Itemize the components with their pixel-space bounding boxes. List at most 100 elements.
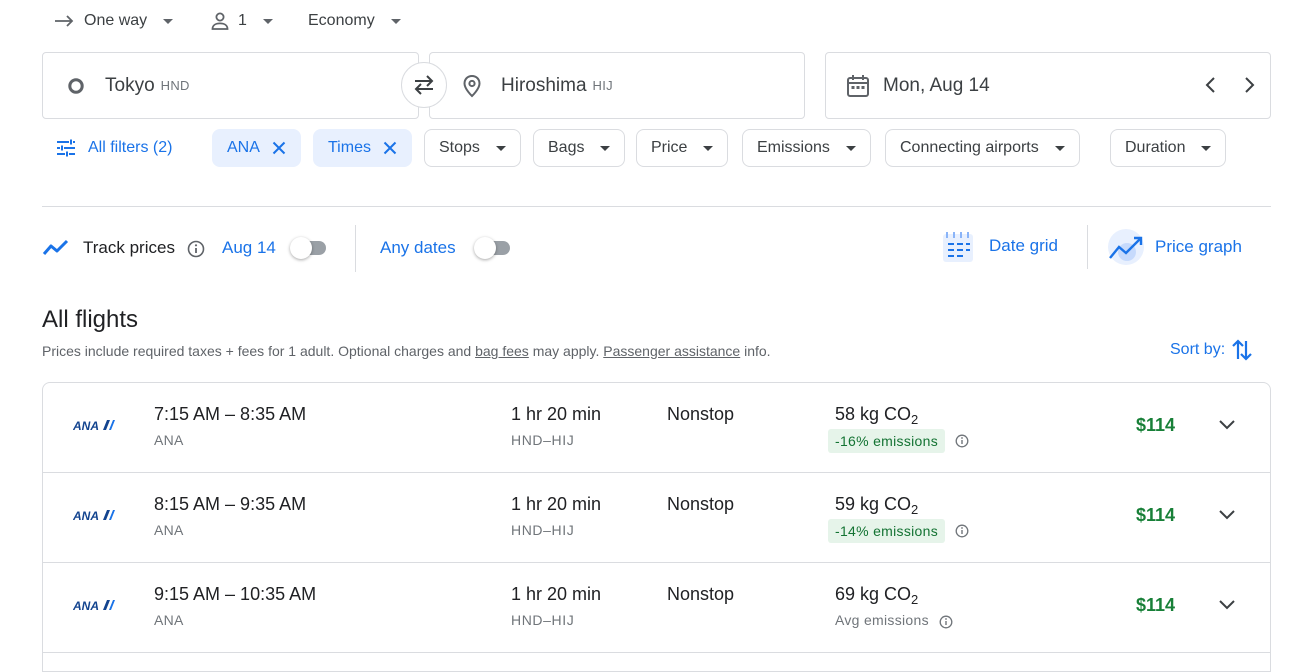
filter-chip-stops[interactable]: Stops [424,129,521,167]
results-title: All flights [42,306,139,333]
cabin-class-select[interactable]: Economy [308,6,401,36]
vertical-divider [355,225,356,272]
date-grid-button[interactable]: Date grid [941,228,1058,264]
price-graph-icon [1108,229,1144,265]
ana-logo-icon: ANA [73,419,115,431]
chip-label: Bags [548,139,585,156]
sort-label: Sort by: [1170,341,1226,358]
caret-down-icon [845,145,856,151]
departure-date: Mon, Aug 14 [883,74,990,96]
svg-text:ANA: ANA [73,599,99,611]
chip-label: Duration [1125,139,1186,156]
passenger-assistance-link[interactable]: Passenger assistance [603,343,740,359]
flight-row[interactable]: ANA 8:15 AM – 9:35 AM ANA 1 hr 20 min HN… [43,473,1270,563]
emissions-label: Avg emissions [835,612,929,628]
flight-duration: 1 hr 20 min [511,584,602,604]
flight-times: 8:15 AM – 9:35 AM [154,494,307,514]
filter-chip-duration[interactable]: Duration [1110,129,1227,167]
flight-times: 9:15 AM – 10:35 AM [154,584,317,604]
flight-route: HND–HIJ [511,612,575,628]
filter-chip-connecting-airports[interactable]: Connecting airports [885,129,1080,167]
toggle-knob [290,237,312,259]
caret-down-icon [163,18,174,24]
swap-button[interactable] [401,62,447,108]
caret-down-icon [600,145,611,151]
svg-text:ANA: ANA [73,419,99,431]
origin-circle-icon [68,77,84,94]
co2-subscript: 2 [911,412,919,427]
next-date-button[interactable] [1241,76,1257,94]
caret-down-icon [703,145,714,151]
chip-label: Stops [439,139,480,156]
caret-down-icon [1201,145,1212,151]
emissions-badge: -14% emissions [828,519,946,543]
caret-down-icon [1054,145,1065,151]
info-icon[interactable] [955,524,969,538]
filter-chip-emissions[interactable]: Emissions [742,129,871,167]
airline-name: ANA [154,432,184,448]
co2-value: 58 kg CO2 [835,404,919,427]
all-filters-label: All filters (2) [88,139,173,156]
toggle-knob [474,237,496,259]
flight-stops: Nonstop [667,494,735,514]
origin-field[interactable]: Tokyo HND [42,52,419,119]
sort-button[interactable]: Sort by: [1170,338,1253,362]
filter-chip-bags[interactable]: Bags [533,129,626,167]
track-date-toggle[interactable] [290,237,330,259]
chip-label: Connecting airports [900,139,1039,156]
trip-type-select[interactable]: One way [54,6,174,36]
filter-chip-price[interactable]: Price [636,129,729,167]
filter-chip-ana[interactable]: ANA [212,129,301,167]
price-graph-button[interactable]: Price graph [1107,228,1242,266]
flight-price: $114 [1136,595,1176,615]
all-filters-button[interactable]: All filters (2) [56,129,172,167]
vertical-divider [1087,225,1088,269]
tune-icon [57,139,75,157]
destination-code: HIJ [592,78,613,93]
date-grid-label: Date grid [989,236,1058,255]
sort-icon [1232,339,1252,361]
passengers-count: 1 [238,12,247,29]
chip-label: ANA [227,139,260,156]
note-text: Prices include required taxes + fees for… [42,343,476,359]
ana-logo-icon: ANA [73,599,115,611]
co2-text: 69 kg CO [835,584,912,604]
note-text: info. [740,343,771,359]
destination-field[interactable]: Hiroshima HIJ [429,52,805,119]
caret-down-icon [262,18,273,24]
passengers-select[interactable]: 1 [210,6,273,36]
filter-chip-times[interactable]: Times [313,129,412,167]
close-icon[interactable] [272,141,286,155]
flight-row[interactable]: ANA 9:15 AM – 10:35 AM ANA 1 hr 20 min H… [43,563,1270,653]
info-icon[interactable] [187,240,205,258]
info-icon[interactable] [939,615,953,629]
flight-duration: 1 hr 20 min [511,494,602,514]
chevron-down-icon[interactable] [1217,508,1237,522]
any-dates-toggle[interactable] [474,237,514,259]
close-icon[interactable] [383,141,397,155]
chip-label: Emissions [757,139,830,156]
info-icon[interactable] [955,434,969,448]
chip-label: Price [651,139,688,156]
track-date-label: Aug 14 [222,238,276,257]
previous-date-button[interactable] [1203,76,1219,94]
co2-subscript: 2 [911,502,919,517]
airline-name: ANA [154,522,184,538]
flight-price: $114 [1136,415,1176,435]
chevron-down-icon[interactable] [1217,598,1237,612]
flight-row[interactable]: ANA 7:15 AM – 8:35 AM ANA 1 hr 20 min HN… [43,383,1270,473]
flight-route: HND–HIJ [511,522,575,538]
airline-name: ANA [154,612,184,628]
emissions-badge: -16% emissions [828,429,946,453]
co2-value: 69 kg CO2 [835,584,918,606]
chip-label: Times [328,139,371,156]
location-pin-icon [463,74,481,97]
chevron-down-icon[interactable] [1217,418,1237,432]
caret-down-icon [390,18,401,24]
destination-city: Hiroshima [501,74,587,96]
trip-type-label: One way [84,12,148,29]
flight-route: HND–HIJ [511,432,575,448]
swap-icon [414,75,434,95]
bag-fees-link[interactable]: bag fees [475,343,529,359]
caret-down-icon [495,145,506,151]
